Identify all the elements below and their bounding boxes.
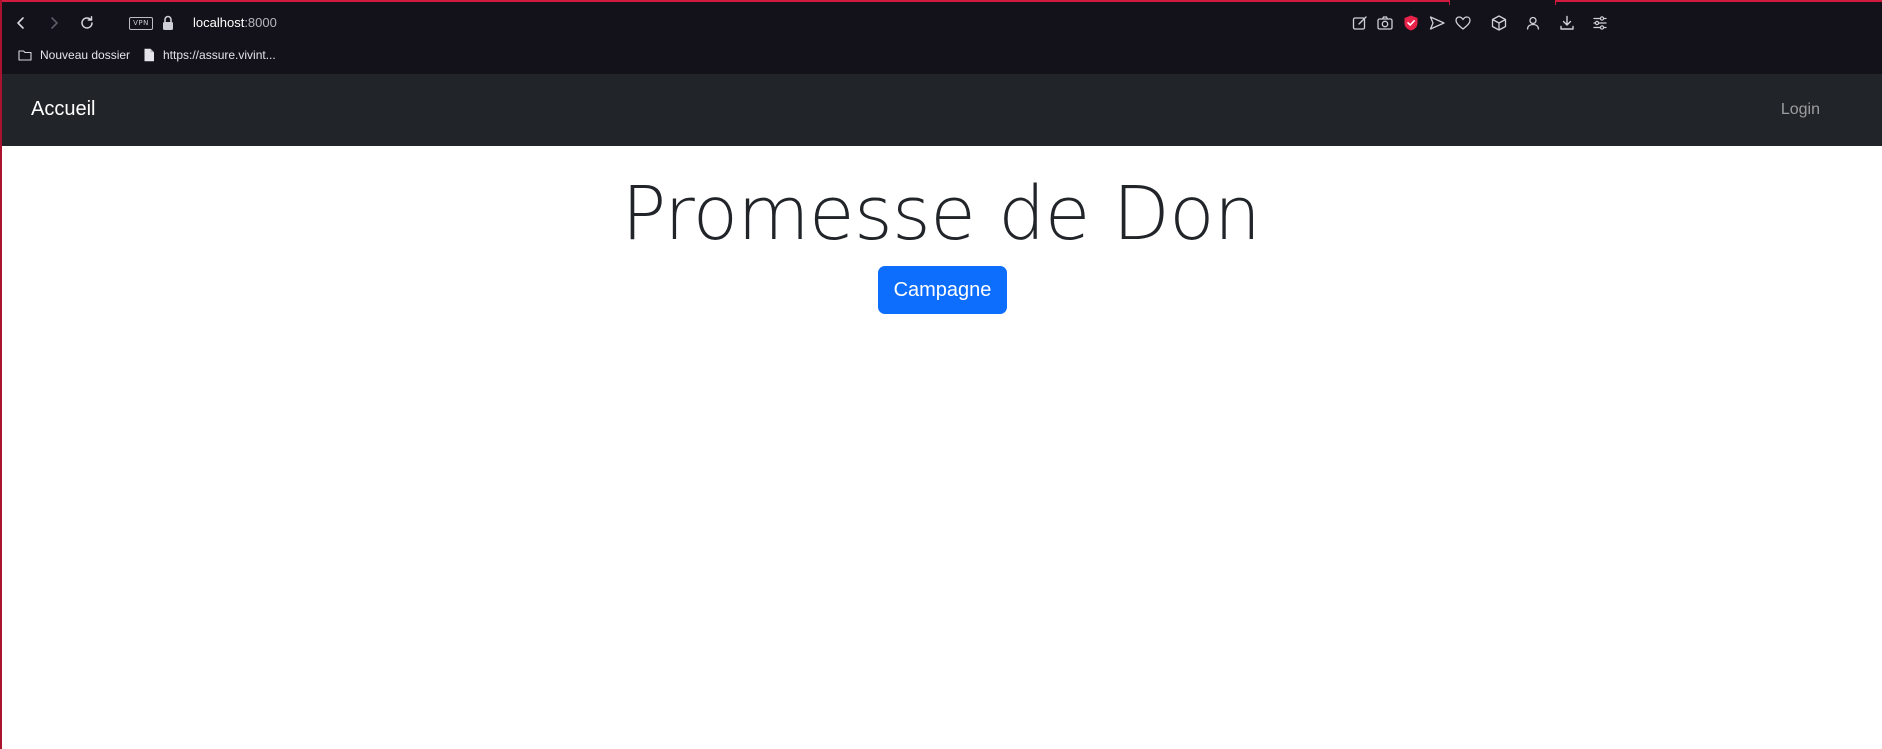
- shield-icon[interactable]: [1402, 14, 1420, 32]
- browser-chrome: VPN localhost:8000 Nouveau dossier https…: [0, 0, 1882, 74]
- bookmark-label: Nouveau dossier: [40, 48, 131, 62]
- menu-icon[interactable]: [1591, 14, 1609, 32]
- url-host: localhost: [193, 15, 245, 30]
- page-title: Promesse de Don: [621, 171, 1261, 257]
- folder-icon: [18, 50, 32, 61]
- forward-button[interactable]: [39, 8, 69, 38]
- login-link[interactable]: Login: [1781, 100, 1820, 120]
- heart-icon[interactable]: [1454, 14, 1472, 32]
- cube-icon[interactable]: [1490, 14, 1508, 32]
- bookmark-label: https://assure.vivint...: [163, 48, 276, 62]
- bookmark-nouveau-dossier[interactable]: Nouveau dossier: [18, 44, 130, 66]
- bookmark-assure-vivint[interactable]: https://assure.vivint...: [143, 44, 276, 66]
- edit-page-icon[interactable]: [1351, 14, 1369, 32]
- url-port: :8000: [244, 15, 277, 30]
- camera-icon[interactable]: [1376, 14, 1394, 32]
- window-accent-bar: [0, 0, 1449, 2]
- lock-icon[interactable]: [160, 14, 176, 32]
- document-icon: [144, 48, 154, 62]
- bookmarks-bar: Nouveau dossier https://assure.vivint...: [0, 44, 1882, 66]
- forward-icon: [51, 17, 58, 29]
- reload-button[interactable]: [72, 8, 102, 38]
- browser-toolbar: VPN localhost:8000: [0, 8, 1882, 38]
- back-icon: [17, 17, 24, 29]
- main-content: Promesse de Don Campagne: [0, 146, 1882, 749]
- user-icon[interactable]: [1524, 14, 1542, 32]
- site-navbar: Accueil Login: [0, 74, 1882, 146]
- navbar-brand-home[interactable]: Accueil: [31, 97, 95, 121]
- window-accent-bar: [1555, 0, 1882, 2]
- window-edge-accent: [0, 0, 2, 749]
- campaign-button[interactable]: Campagne: [878, 266, 1007, 314]
- address-bar[interactable]: localhost:8000: [193, 15, 277, 31]
- vpn-badge[interactable]: VPN: [129, 17, 153, 30]
- download-icon[interactable]: [1558, 14, 1576, 32]
- back-button[interactable]: [6, 8, 36, 38]
- reload-icon: [81, 16, 93, 29]
- window-accent-marker: [1449, 0, 1450, 5]
- send-icon[interactable]: [1428, 14, 1446, 32]
